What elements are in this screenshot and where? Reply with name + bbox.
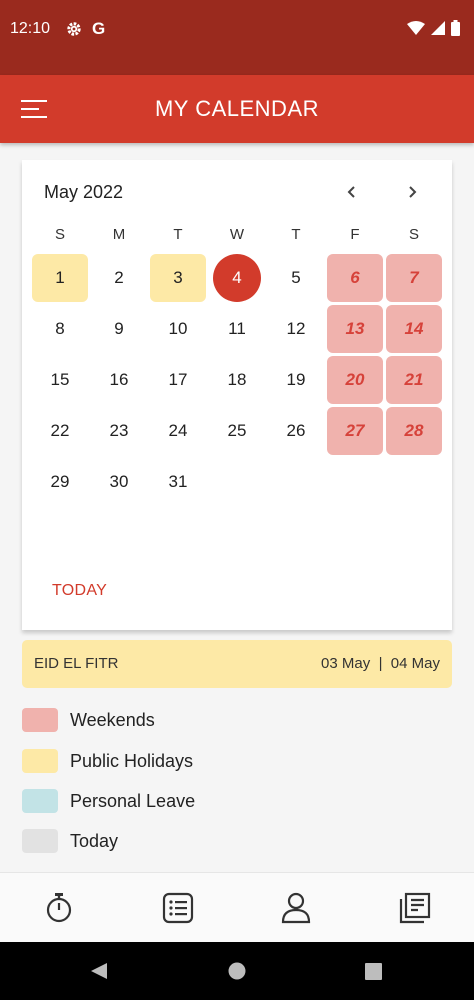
legend-swatch (22, 789, 58, 813)
calendar-day-today[interactable]: 4 (209, 254, 265, 302)
calendar-day[interactable]: 22 (32, 407, 88, 455)
weekday-sun: S (54, 226, 65, 243)
page-title: MY CALENDAR (154, 96, 320, 121)
holiday-name: EID EL FITR (34, 655, 119, 672)
today-button[interactable]: TODAY (52, 582, 107, 600)
weekday-wed: W (229, 226, 245, 243)
calendar-day[interactable]: 25 (209, 407, 265, 455)
calendar-day[interactable]: 29 (32, 458, 88, 506)
status-time: 12:10 (10, 20, 51, 37)
back-icon[interactable] (90, 962, 108, 980)
legend-swatch (22, 708, 58, 732)
calendar-day[interactable]: 5 (268, 254, 324, 302)
calendar-day[interactable]: 18 (209, 356, 265, 404)
holiday-dates: 03 May | 04 May (321, 655, 440, 672)
recents-icon[interactable] (365, 963, 382, 980)
calendar-day[interactable]: 15 (32, 356, 88, 404)
chevron-right-icon[interactable] (400, 180, 424, 204)
calendar-day-weekend[interactable]: 6 (327, 254, 383, 302)
app-bar: MY CALENDAR (0, 75, 474, 143)
calendar-day[interactable]: 30 (91, 458, 147, 506)
wifi-icon (407, 21, 425, 35)
calendar-day[interactable]: 10 (150, 305, 206, 353)
status-bar: 12:10 G (0, 0, 474, 75)
calendar-card: May 2022 S M T W T F S 1 2 3 4 5 6 7 8 9… (22, 160, 452, 630)
calendar-day[interactable]: 16 (91, 356, 147, 404)
calendar-day[interactable]: 17 (150, 356, 206, 404)
calendar-day-weekend[interactable]: 21 (386, 356, 442, 404)
calendar-day-weekend[interactable]: 13 (327, 305, 383, 353)
google-icon: G (92, 19, 106, 38)
stopwatch-icon[interactable] (40, 889, 78, 927)
weekday-thu: T (291, 226, 301, 243)
weekday-fri: F (350, 226, 360, 243)
battery-icon (451, 20, 460, 36)
month-title: May 2022 (44, 182, 124, 202)
calendar-day[interactable]: 24 (150, 407, 206, 455)
weekday-sat: S (408, 226, 419, 243)
calendar-day[interactable]: 3 (150, 254, 206, 302)
holiday-bar[interactable]: EID EL FITR 03 May | 04 May (22, 640, 452, 688)
calendar-day-weekend[interactable]: 20 (327, 356, 383, 404)
list-icon[interactable] (159, 889, 197, 927)
legend-label: Today (70, 831, 119, 851)
calendar-day[interactable]: 1 (32, 254, 88, 302)
legend-label: Personal Leave (70, 791, 196, 811)
calendar-day[interactable]: 2 (91, 254, 147, 302)
weekday-mon: M (112, 226, 126, 243)
bottom-navigation (0, 872, 474, 943)
calendar-day-weekend[interactable]: 28 (386, 407, 442, 455)
calendar-day-weekend[interactable]: 14 (386, 305, 442, 353)
chevron-left-icon[interactable] (340, 180, 364, 204)
calendar-day[interactable]: 31 (150, 458, 206, 506)
legend-label: Weekends (70, 710, 155, 730)
legend-label: Public Holidays (70, 751, 194, 771)
signal-icon (431, 21, 445, 35)
status-icons (407, 20, 460, 36)
home-icon[interactable] (228, 962, 246, 980)
calendar-day[interactable]: 12 (268, 305, 324, 353)
calendar-day[interactable]: 26 (268, 407, 324, 455)
calendar-day[interactable]: 9 (91, 305, 147, 353)
weekday-tue: T (173, 226, 183, 243)
gear-icon (67, 22, 81, 36)
calendar-day[interactable]: 19 (268, 356, 324, 404)
system-navigation-bar (0, 942, 474, 1000)
calendar-day[interactable]: 8 (32, 305, 88, 353)
documents-icon[interactable] (396, 889, 434, 927)
calendar-day-weekend[interactable]: 27 (327, 407, 383, 455)
legend-swatch (22, 749, 58, 773)
calendar-day[interactable]: 23 (91, 407, 147, 455)
calendar-day-weekend[interactable]: 7 (386, 254, 442, 302)
calendar-day[interactable]: 11 (209, 305, 265, 353)
person-icon[interactable] (277, 889, 315, 927)
legend-swatch (22, 829, 58, 853)
